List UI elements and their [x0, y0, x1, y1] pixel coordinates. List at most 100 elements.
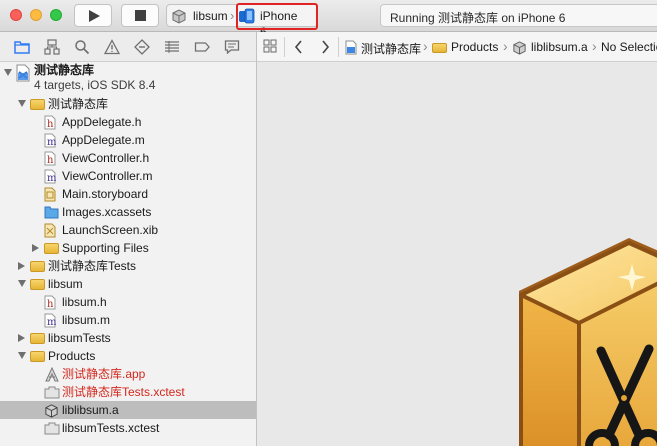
related-items-button[interactable]	[263, 39, 277, 55]
navigator-selector-bar	[0, 32, 256, 62]
navigator-item-label: liblibsum.a	[62, 403, 119, 417]
navigator-file-row[interactable]: m libsum.m	[0, 311, 256, 329]
navigator-file-row[interactable]: LaunchScreen.xib	[0, 221, 256, 239]
breadcrumb-file[interactable]: liblibsum.a	[531, 40, 588, 54]
implementation-file-icon: m	[44, 133, 59, 148]
jumpbar-divider	[338, 37, 339, 57]
navigator-group-row[interactable]: 测试静态库	[0, 95, 256, 113]
disclosure-closed-icon[interactable]	[32, 244, 39, 252]
chevron-left-icon	[294, 40, 302, 54]
forward-button[interactable]	[319, 39, 331, 55]
breakpoint-navigator-tab[interactable]	[194, 39, 210, 55]
project-navigator-pane: 测试静态库 4 targets, iOS SDK 8.4 测试静态库 h AppDe…	[0, 32, 257, 446]
run-button[interactable]	[74, 4, 112, 27]
navigator-item-label: Images.xcassets	[62, 205, 152, 219]
implementation-file-icon: m	[44, 169, 59, 184]
static-library-icon	[513, 41, 526, 55]
annotation-highlight-box	[236, 3, 318, 30]
hierarchy-icon	[44, 39, 60, 55]
breakpoint-icon	[194, 42, 210, 52]
asset-catalog-icon	[44, 205, 59, 219]
toolbox-target-icon	[172, 9, 186, 24]
navigator-group-row[interactable]: Supporting Files	[0, 239, 256, 257]
warning-icon	[103, 39, 121, 55]
disclosure-open-icon[interactable]	[4, 69, 12, 76]
navigator-item-label: Main.storyboard	[62, 187, 149, 201]
project-root-row[interactable]: 测试静态库 4 targets, iOS SDK 8.4	[0, 63, 256, 95]
minimize-window-button[interactable]	[30, 9, 42, 21]
navigator-group-row[interactable]: Products	[0, 347, 256, 365]
navigator-item-label: AppDelegate.m	[62, 133, 145, 147]
breadcrumb-selection[interactable]: No Selection	[601, 40, 657, 54]
navigator-file-row[interactable]: Main.storyboard	[0, 185, 256, 203]
navigator-file-row[interactable]: Images.xcassets	[0, 203, 256, 221]
disclosure-open-icon[interactable]	[18, 280, 26, 287]
breadcrumb-separator-icon: ›	[592, 38, 597, 54]
project-navigator-tab[interactable]	[14, 39, 30, 55]
implementation-file-icon: m	[44, 313, 59, 328]
jumpbar-divider	[284, 37, 285, 57]
report-navigator-tab[interactable]	[224, 39, 240, 55]
symbol-navigator-tab[interactable]	[44, 39, 60, 55]
navigator-file-row[interactable]: h libsum.h	[0, 293, 256, 311]
static-library-large-icon	[519, 238, 657, 446]
static-library-icon	[44, 403, 59, 418]
grid-icon	[263, 39, 277, 53]
scheme-separator-icon: ›	[230, 8, 235, 23]
test-diamond-icon	[134, 39, 150, 55]
navigator-item-label: 测试静态库	[48, 97, 109, 111]
navigator-file-row[interactable]: m ViewController.m	[0, 167, 256, 185]
navigator-item-label: libsumTests.xctest	[62, 421, 160, 435]
disclosure-closed-icon[interactable]	[18, 262, 25, 270]
disclosure-closed-icon[interactable]	[18, 334, 25, 342]
stop-button[interactable]	[121, 4, 159, 27]
issue-navigator-tab[interactable]	[103, 39, 121, 55]
breadcrumb-project[interactable]: 测试静态库	[361, 40, 421, 57]
stop-icon	[135, 10, 146, 21]
test-bundle-icon	[44, 421, 60, 435]
test-navigator-tab[interactable]	[134, 39, 150, 55]
debug-navigator-tab[interactable]	[164, 39, 180, 55]
chevron-right-icon	[322, 40, 330, 54]
navigator-file-row[interactable]: h ViewController.h	[0, 149, 256, 167]
navigator-item-label: LaunchScreen.xib	[62, 223, 159, 237]
navigator-file-row[interactable]: libsumTests.xctest	[0, 419, 256, 437]
xcode-project-icon	[345, 40, 357, 55]
folder-icon	[30, 261, 45, 272]
navigator-item-label: ViewController.m	[62, 169, 153, 183]
navigator-file-row[interactable]: 测试静态库.app	[0, 365, 256, 383]
library-preview-canvas	[257, 63, 657, 446]
activity-status-text: Running 测试静态库 on iPhone 6	[390, 11, 566, 25]
navigator-file-row[interactable]: 测试静态库Tests.xctest	[0, 383, 256, 401]
disclosure-open-icon[interactable]	[18, 100, 26, 107]
navigator-file-row[interactable]: h AppDelegate.h	[0, 113, 256, 131]
navigator-item-label: libsum.h	[62, 295, 107, 309]
activity-viewer: Running 测试静态库 on iPhone 6	[380, 4, 657, 27]
svg-text:h: h	[47, 299, 54, 310]
navigator-group-row[interactable]: 测试静态库Tests	[0, 257, 256, 275]
back-button[interactable]	[293, 39, 305, 55]
breadcrumb-separator-icon: ›	[423, 38, 428, 54]
navigator-group-row[interactable]: libsum	[0, 275, 256, 293]
breadcrumb-products[interactable]: Products	[451, 40, 498, 54]
close-window-button[interactable]	[10, 9, 22, 21]
navigator-item-label: AppDelegate.h	[62, 115, 142, 129]
navigator-item-label: Products	[48, 349, 96, 363]
disclosure-open-icon[interactable]	[18, 352, 26, 359]
header-file-icon: h	[44, 295, 59, 310]
search-icon	[75, 40, 90, 55]
zoom-window-button[interactable]	[50, 9, 62, 21]
navigator-group-row[interactable]: libsumTests	[0, 329, 256, 347]
find-navigator-tab[interactable]	[74, 39, 90, 55]
scheme-target-label: libsum	[193, 9, 228, 23]
window-toolbar: libsum › iPhone 6 Running 测试静态库 on iPhon…	[0, 0, 657, 39]
breadcrumb-separator-icon: ›	[503, 38, 508, 54]
navigator-item-label: ViewController.h	[62, 151, 150, 165]
navigator-item-label: 测试静态库.app	[62, 367, 146, 381]
folder-icon	[44, 243, 59, 254]
xcode-project-icon	[16, 64, 30, 82]
speech-bubble-icon	[224, 40, 240, 55]
navigator-item-label: 测试静态库Tests.xctest	[62, 385, 185, 399]
navigator-file-row[interactable]: liblibsum.a	[0, 401, 256, 419]
navigator-file-row[interactable]: m AppDelegate.m	[0, 131, 256, 149]
